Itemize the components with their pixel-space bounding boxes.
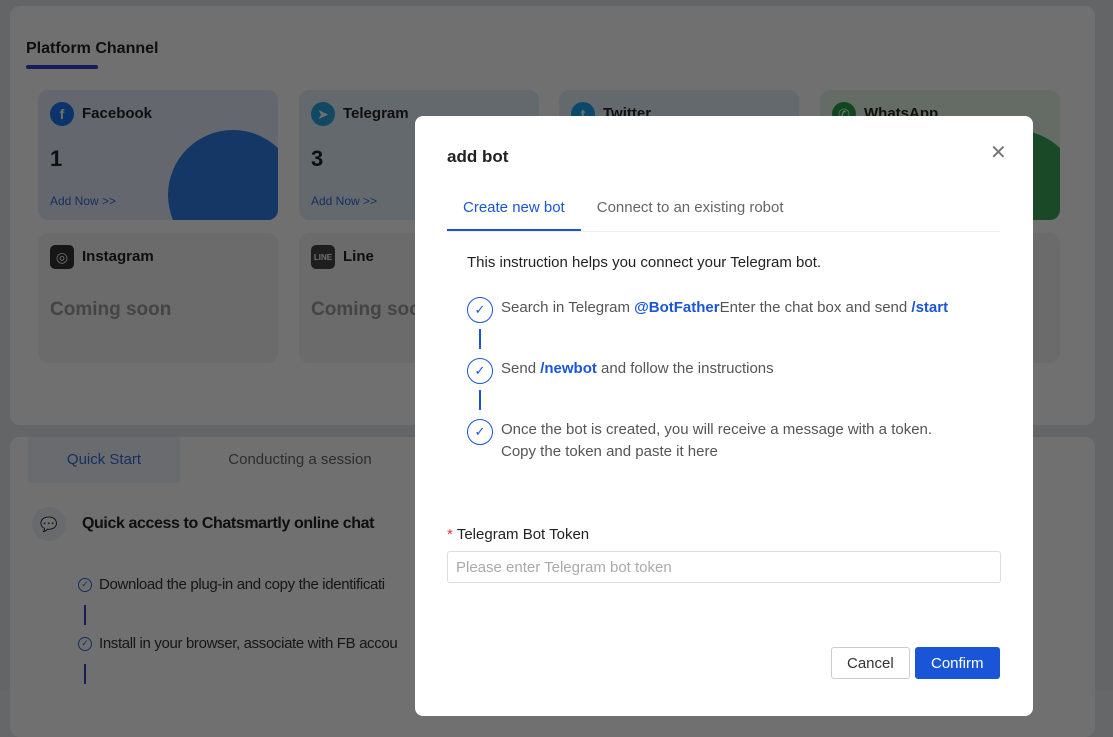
guide-step: Download the plug-in and copy the identi… bbox=[99, 576, 385, 593]
card-name: Instagram bbox=[82, 248, 154, 265]
facebook-bg-icon bbox=[168, 130, 278, 220]
step-connector bbox=[84, 664, 86, 684]
step-connector bbox=[479, 390, 481, 410]
guide-step: Install in your browser, associate with … bbox=[99, 635, 398, 652]
card-name: Line bbox=[343, 248, 374, 265]
token-label: * Telegram Bot Token bbox=[447, 526, 590, 543]
add-bot-dialog: add bot ✕ Create new bot Connect to an e… bbox=[415, 116, 1033, 716]
title-underline bbox=[26, 65, 98, 69]
line-icon: LINE bbox=[311, 245, 335, 269]
instagram-icon: ◎ bbox=[50, 245, 74, 269]
instruction-intro: This instruction helps you connect your … bbox=[467, 254, 822, 271]
check-circle-icon: ✓ bbox=[467, 358, 493, 384]
step-2: Send /newbot and follow the instructions bbox=[501, 360, 774, 377]
step-1: Search in Telegram @BotFatherEnter the c… bbox=[501, 299, 949, 316]
step-connector bbox=[84, 605, 86, 625]
token-input[interactable] bbox=[447, 551, 1001, 583]
check-circle-icon: ✓ bbox=[467, 297, 493, 323]
add-now-link[interactable]: Add Now >> bbox=[311, 194, 377, 208]
card-name: Facebook bbox=[82, 105, 153, 122]
chat-icon: 💬 bbox=[32, 507, 66, 541]
check-icon: ✓ bbox=[78, 577, 92, 592]
card-facebook[interactable]: f Facebook 1 Add Now >> bbox=[38, 90, 278, 220]
tab-conducting-session[interactable]: Conducting a session bbox=[180, 437, 420, 483]
check-icon: ✓ bbox=[78, 636, 92, 651]
card-count: 3 bbox=[311, 146, 324, 171]
section-title: Platform Channel bbox=[26, 40, 159, 57]
tab-connect-existing[interactable]: Connect to an existing robot bbox=[581, 188, 800, 231]
card-count: 1 bbox=[50, 146, 63, 171]
step-3: Once the bot is created, you will receiv… bbox=[501, 421, 933, 460]
close-icon[interactable]: ✕ bbox=[990, 140, 1007, 165]
step-connector bbox=[479, 329, 481, 349]
card-name: Telegram bbox=[343, 105, 409, 122]
check-circle-icon: ✓ bbox=[467, 419, 493, 445]
tab-create-new-bot[interactable]: Create new bot bbox=[447, 188, 581, 231]
telegram-icon: ➤ bbox=[311, 102, 335, 126]
add-now-link[interactable]: Add Now >> bbox=[50, 194, 116, 208]
confirm-button[interactable]: Confirm bbox=[915, 647, 1000, 679]
dialog-title: add bot bbox=[447, 147, 509, 166]
facebook-icon: f bbox=[50, 102, 74, 126]
card-instagram: ◎ Instagram Coming soon bbox=[38, 233, 278, 363]
cancel-button[interactable]: Cancel bbox=[831, 647, 910, 679]
tab-quick-start[interactable]: Quick Start bbox=[28, 437, 180, 483]
guide-heading: Quick access to Chatsmartly online chat bbox=[82, 515, 375, 532]
coming-soon: Coming soon bbox=[50, 299, 172, 320]
